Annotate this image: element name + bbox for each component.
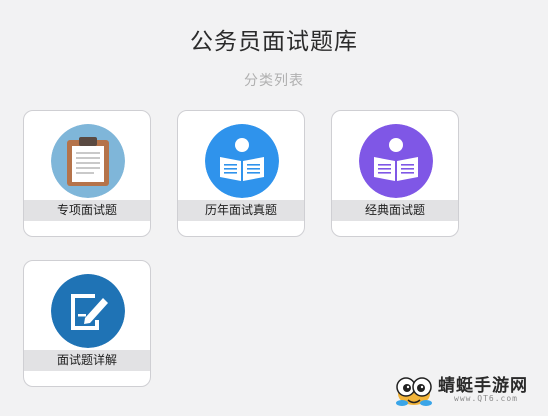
- dragonfly-logo-icon: [392, 370, 436, 410]
- category-card-classic-questions[interactable]: 经典面试题: [331, 110, 459, 237]
- edit-document-icon: [51, 274, 125, 348]
- category-label: 历年面试真题: [178, 200, 304, 221]
- reader-icon: [205, 124, 279, 198]
- page-title: 公务员面试题库: [190, 29, 358, 55]
- watermark: 蜻蜓手游网 www.QT6.com: [392, 370, 542, 410]
- watermark-text: 蜻蜓手游网: [438, 376, 528, 396]
- category-card-question-explanations[interactable]: 面试题详解: [23, 260, 151, 387]
- category-label: 面试题详解: [24, 350, 150, 371]
- category-card-past-real-questions[interactable]: 历年面试真题: [177, 110, 305, 237]
- category-label: 专项面试题: [24, 200, 150, 221]
- category-label: 经典面试题: [332, 200, 458, 221]
- category-card-special-questions[interactable]: 专项面试题: [23, 110, 151, 237]
- watermark-url: www.QT6.com: [454, 394, 518, 403]
- page-subtitle: 分类列表: [244, 73, 304, 89]
- clipboard-icon: [51, 124, 125, 198]
- reader-icon: [359, 124, 433, 198]
